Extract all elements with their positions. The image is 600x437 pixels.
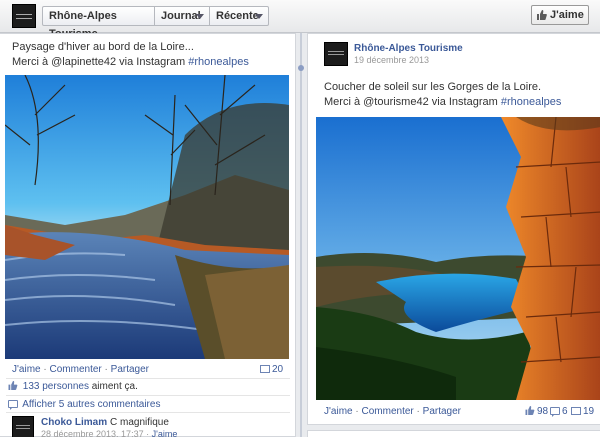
share-link[interactable]: Partager bbox=[423, 406, 461, 417]
page-logo[interactable] bbox=[12, 4, 36, 28]
post-text-line2: Merci à @lapinette42 via Instagram #rhon… bbox=[12, 55, 292, 70]
winter-river-image bbox=[5, 75, 289, 359]
comment-link[interactable]: Commenter bbox=[362, 406, 414, 417]
comment-author[interactable]: Choko Limam bbox=[41, 417, 107, 428]
journal-menu[interactable]: Journal bbox=[154, 6, 210, 26]
commenter-avatar[interactable] bbox=[12, 416, 34, 437]
comment-meta: 28 décembre 2013, 17:37 · J'aime bbox=[41, 429, 178, 437]
share-icon bbox=[260, 365, 270, 373]
shares-count-left[interactable]: 20 bbox=[260, 364, 283, 375]
divider bbox=[6, 395, 290, 396]
comment-date[interactable]: 28 décembre 2013, 17:37 bbox=[41, 429, 144, 437]
page-like-button[interactable]: J'aime bbox=[531, 5, 589, 25]
comment-link[interactable]: Commenter bbox=[50, 364, 102, 375]
post-date[interactable]: 19 décembre 2013 bbox=[354, 55, 429, 65]
post-text-line1: Paysage d'hiver au bord de la Loire... bbox=[12, 41, 194, 53]
chevron-down-icon bbox=[196, 14, 204, 19]
comments-count-value: 6 bbox=[562, 406, 568, 417]
chevron-down-icon bbox=[255, 14, 263, 19]
thumbs-up-icon bbox=[537, 10, 547, 20]
comment-like-link[interactable]: J'aime bbox=[152, 429, 178, 437]
shares-count-value: 19 bbox=[583, 406, 595, 417]
divider bbox=[6, 378, 290, 379]
divider bbox=[6, 412, 290, 413]
thumbs-up-icon bbox=[8, 381, 18, 390]
page-name-button[interactable]: Rhône-Alpes Tourisme bbox=[42, 6, 155, 40]
post-actions-right: J'aime · Commenter · Partager bbox=[324, 406, 461, 417]
comment-text: C magnifique bbox=[110, 417, 169, 428]
shares-count-value: 20 bbox=[272, 364, 284, 375]
comments-count-right[interactable]: 6 bbox=[550, 406, 568, 417]
more-comments-link[interactable]: Afficher 5 autres commentaires bbox=[22, 399, 160, 410]
like-link[interactable]: J'aime bbox=[12, 364, 41, 375]
separator: · bbox=[43, 364, 47, 375]
timeline-dot bbox=[298, 65, 304, 71]
likes-suffix: aiment ça. bbox=[91, 381, 138, 392]
likes-count-value: 98 bbox=[537, 406, 549, 417]
post-credit: Merci à @tourisme42 via Instagram bbox=[324, 96, 498, 108]
likes-count-right[interactable]: 98 bbox=[525, 406, 548, 417]
likes-people-link[interactable]: 133 personnes bbox=[23, 381, 89, 392]
post-text-line1: Coucher de soleil sur les Gorges de la L… bbox=[324, 81, 542, 93]
post-card-right: Rhône-Alpes Tourisme 19 décembre 2013 Co… bbox=[307, 33, 600, 425]
page-like-label: J'aime bbox=[550, 9, 584, 21]
hashtag-link[interactable]: #rhonealpes bbox=[501, 96, 562, 108]
page-avatar[interactable] bbox=[324, 42, 348, 66]
likes-row: 133 personnes aiment ça. bbox=[8, 381, 288, 392]
recent-menu[interactable]: Récente bbox=[209, 6, 269, 26]
post-author[interactable]: Rhône-Alpes Tourisme bbox=[354, 43, 463, 54]
thumbs-up-icon bbox=[525, 406, 535, 415]
post-text-line2: Merci à @tourisme42 via Instagram #rhone… bbox=[324, 95, 594, 110]
separator: · bbox=[104, 364, 108, 375]
share-icon bbox=[571, 407, 581, 415]
post-credit: Merci à @lapinette42 via Instagram bbox=[12, 56, 186, 68]
journal-label: Journal bbox=[161, 10, 201, 22]
post-text-left: Paysage d'hiver au bord de la Loire... M… bbox=[12, 40, 292, 70]
post-actions-left: J'aime · Commenter · Partager bbox=[12, 364, 149, 375]
post-photo-winter-river[interactable] bbox=[5, 75, 289, 359]
separator: · bbox=[416, 406, 420, 417]
comment-icon bbox=[550, 407, 560, 417]
shares-count-right[interactable]: 19 bbox=[571, 406, 594, 417]
post-photo-gorges-loire[interactable] bbox=[316, 117, 600, 400]
like-link[interactable]: J'aime bbox=[324, 406, 353, 417]
timeline-spine bbox=[300, 33, 302, 437]
comment-icon bbox=[8, 400, 18, 410]
hashtag-link[interactable]: #rhonealpes bbox=[188, 56, 249, 68]
post-card-left: Paysage d'hiver au bord de la Loire... M… bbox=[0, 33, 296, 437]
more-comments-row[interactable]: Afficher 5 autres commentaires bbox=[8, 399, 288, 410]
page-header-bar: Rhône-Alpes Tourisme Journal Récente J'a… bbox=[0, 0, 600, 40]
share-link[interactable]: Partager bbox=[111, 364, 149, 375]
gorges-sunset-image bbox=[316, 117, 600, 400]
next-post-card bbox=[307, 430, 600, 437]
separator: · bbox=[355, 406, 359, 417]
recent-label: Récente bbox=[216, 10, 259, 22]
post-text-right: Coucher de soleil sur les Gorges de la L… bbox=[324, 80, 594, 110]
